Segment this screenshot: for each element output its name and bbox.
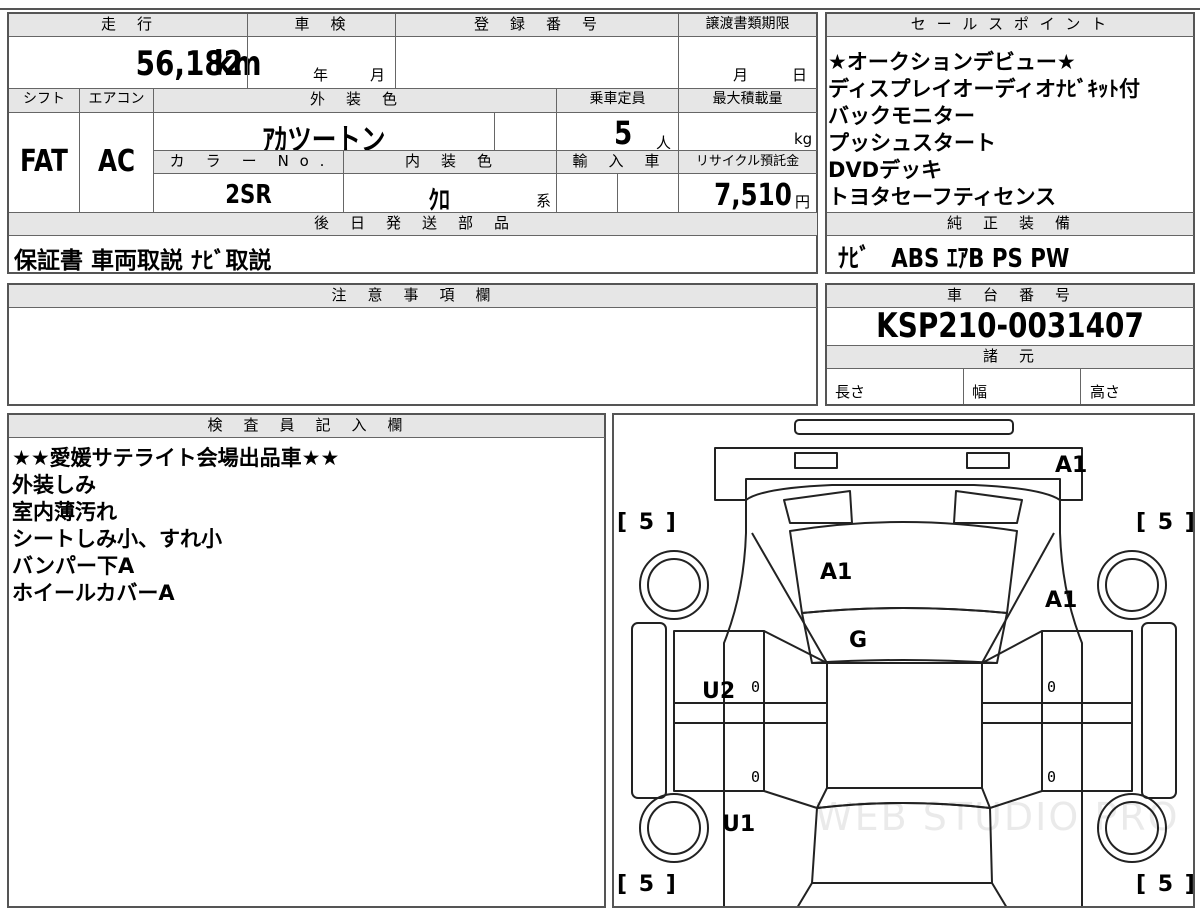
inspector-line: バンパー下A: [12, 554, 135, 578]
chassis-number: KSP210-0031407: [876, 306, 1144, 346]
mark-left-rear: U1: [722, 812, 756, 837]
transfer-month-label: 月: [733, 66, 749, 84]
specs-header: 諸 元: [827, 346, 1193, 368]
color-no-value: 2SR: [225, 180, 272, 210]
later-parts-value: 保証書 車両取説 ﾅﾋﾞ取説: [14, 248, 272, 274]
top-cutoff-line: [0, 8, 1200, 10]
interior-color-suffix: 系: [536, 192, 552, 210]
transfer-day-label: 日: [792, 66, 808, 84]
mark-glass: G: [849, 628, 868, 653]
genuine-equipment-header: 純 正 装 備: [827, 213, 1193, 235]
recycle-unit: 円: [795, 193, 811, 211]
registration-header: 登 録 番 号: [396, 14, 678, 36]
capacity-value: 5: [614, 114, 633, 152]
import-header: 輸 入 車: [557, 151, 678, 173]
mark-rear-right: A1: [1055, 453, 1088, 478]
mileage-header: 走 行: [9, 14, 247, 36]
inspection-year-label: 年: [313, 66, 329, 84]
transfer-deadline-header: 譲渡書類期限: [679, 14, 816, 36]
max-load-header: 最大積載量: [679, 89, 816, 112]
zero-mark: 0: [751, 678, 761, 696]
mark-roof-side: A1: [1045, 588, 1078, 613]
sales-point-item: バックモニター: [828, 104, 975, 128]
inspector-header: 検 査 員 記 入 欄: [9, 415, 604, 437]
notes-header: 注 意 事 項 欄: [9, 285, 816, 307]
inspector-line: シートしみ小、すれ小: [12, 527, 222, 551]
width-label: 幅: [972, 383, 988, 401]
max-load-unit: kg: [794, 130, 813, 148]
sales-point-item: トヨタセーフティセンス: [828, 185, 1057, 209]
tire-front-left: [ 5 ]: [617, 510, 678, 535]
recycle-fee-header: リサイクル預託金: [679, 151, 816, 173]
tire-front-right: [ 5 ]: [1136, 510, 1197, 535]
tire-rear-right: [ 5 ]: [1136, 872, 1197, 897]
sales-point-item: ★オークションデビュー★: [828, 50, 1076, 74]
aircon-value: AC: [97, 144, 136, 179]
shift-value: FAT: [20, 144, 68, 179]
later-parts-header: 後 日 発 送 部 品: [9, 213, 817, 235]
tire-rear-left: [ 5 ]: [617, 872, 678, 897]
mark-windshield: A1: [820, 560, 853, 585]
inspector-line: ホイールカバーA: [12, 581, 175, 605]
inspector-line: 室内薄汚れ: [12, 500, 117, 524]
mileage-unit: km: [214, 44, 262, 84]
zero-mark: 0: [751, 768, 761, 786]
inspection-header: 車 検: [248, 14, 395, 36]
recycle-value: 7,510: [714, 178, 792, 213]
aircon-header: エアコン: [80, 89, 153, 112]
sales-point-item: ディスプレイオーディオﾅﾋﾞｷｯﾄ付: [828, 77, 1141, 101]
color-no-header: カ ラ ー N o .: [154, 151, 343, 173]
inspection-month-label: 月: [370, 66, 386, 84]
chassis-header: 車 台 番 号: [827, 285, 1193, 307]
inspector-line: ★★愛媛サテライト会場出品車★★: [12, 446, 340, 470]
exterior-color-header: 外 装 色: [154, 89, 556, 112]
sales-point-item: DVDデッキ: [828, 158, 943, 182]
shift-header: シフト: [9, 89, 79, 112]
inspector-line: 外装しみ: [12, 473, 96, 497]
zero-mark: 0: [1047, 768, 1057, 786]
zero-mark: 0: [1047, 678, 1057, 696]
interior-color-header: 内 装 色: [344, 151, 556, 173]
sales-point-item: プッシュスタート: [828, 131, 996, 155]
length-label: 長さ: [835, 383, 866, 401]
height-label: 高さ: [1090, 383, 1121, 401]
inspector-box: [7, 413, 606, 908]
genuine-equipment-value: ﾅﾋﾞ ABS ｴｱB PS PW: [838, 244, 1070, 274]
mark-left-door: U2: [702, 679, 736, 704]
capacity-header: 乗車定員: [557, 89, 678, 112]
watermark: WEB STUDIO PRO: [815, 795, 1180, 839]
sales-points-header: セ ー ル ス ポ イ ン ト: [827, 14, 1193, 36]
